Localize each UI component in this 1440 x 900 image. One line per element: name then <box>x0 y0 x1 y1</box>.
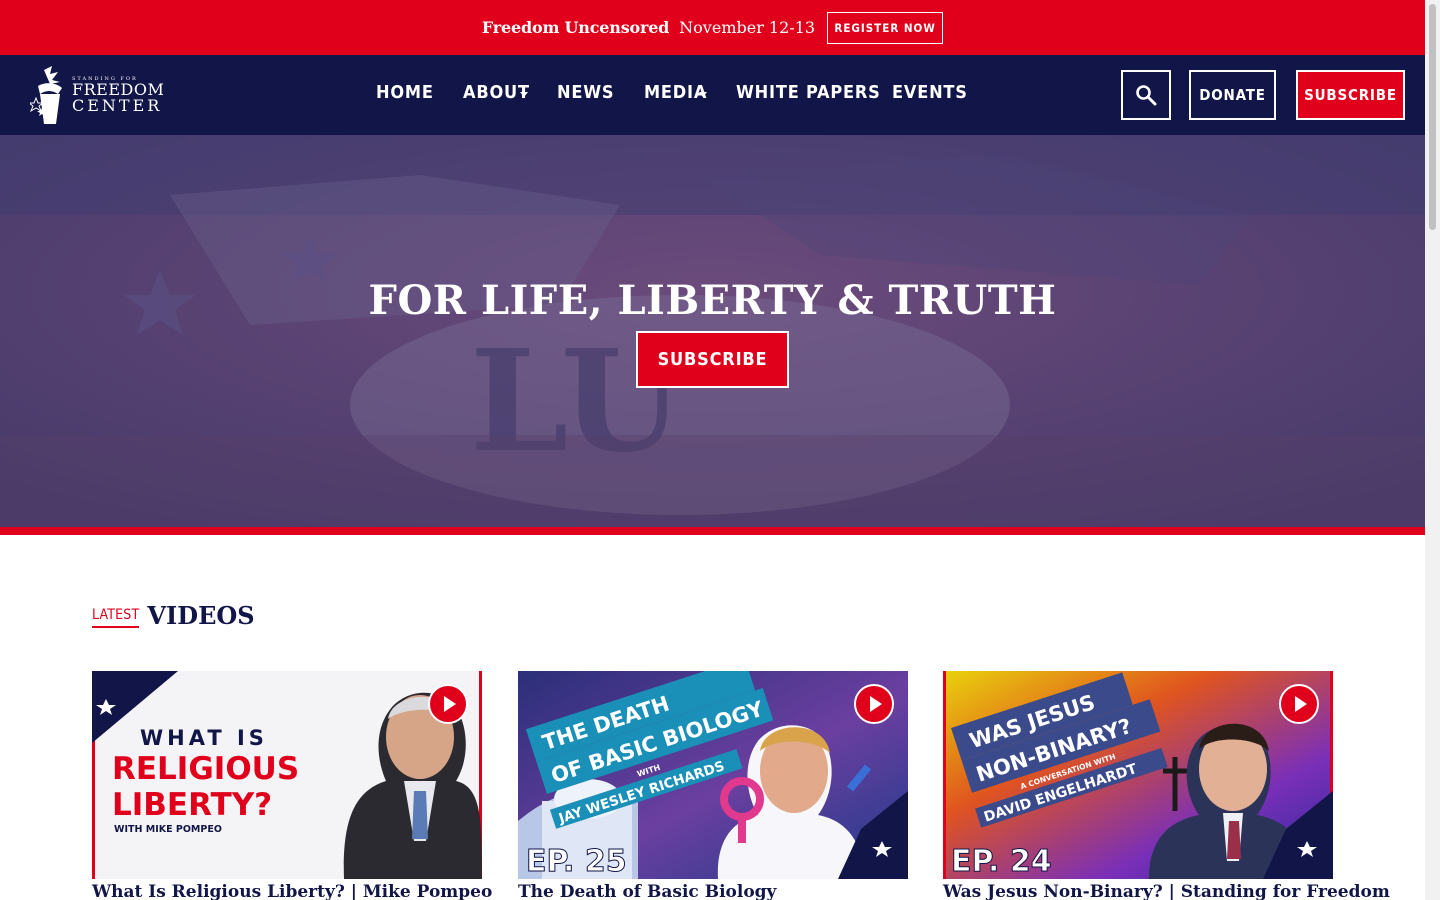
event-date: November 12-13 <box>679 18 816 37</box>
video-thumbnail-art: WHAT IS RELIGIOUS LIBERTY? WITH MIKE POM… <box>92 671 482 879</box>
page-scrollbar[interactable] <box>1425 0 1440 900</box>
play-icon[interactable] <box>428 684 468 724</box>
thumb-line-2: RELIGIOUS <box>112 751 299 787</box>
video-thumbnail[interactable]: THE DEATH OF BASIC BIOLOGY WITH JAY WESL… <box>518 671 908 879</box>
scrollbar-thumb[interactable] <box>1429 4 1436 230</box>
hero-divider <box>0 527 1425 535</box>
thumb-line-3: LIBERTY? <box>112 787 272 823</box>
nav-item-home[interactable]: HOME <box>376 82 434 103</box>
video-thumbnail-art: WAS JESUS NON-BINARY? A CONVERSATION WIT… <box>943 671 1333 879</box>
episode-label: EP. 24 <box>951 844 1052 879</box>
hero-subscribe-button[interactable]: SUBSCRIBE <box>636 331 789 388</box>
section-kicker: LATEST <box>92 607 140 628</box>
video-card[interactable]: WAS JESUS NON-BINARY? A CONVERSATION WIT… <box>943 671 1390 900</box>
video-thumbnail[interactable]: WHAT IS RELIGIOUS LIBERTY? WITH MIKE POM… <box>92 671 482 879</box>
main-navigation: STANDING FOR FREEDOM CENTER HOME ABOUT N… <box>0 55 1425 135</box>
section-title: VIDEOS <box>147 601 255 630</box>
video-title[interactable]: What Is Religious Liberty? | Mike Pompeo <box>92 883 492 900</box>
about-chevron-down-icon[interactable] <box>520 92 528 97</box>
play-icon[interactable] <box>1279 684 1319 724</box>
donate-button[interactable]: DONATE <box>1189 70 1276 120</box>
video-card[interactable]: WHAT IS RELIGIOUS LIBERTY? WITH MIKE POM… <box>92 671 492 900</box>
latest-videos-heading: LATEST VIDEOS <box>92 604 255 628</box>
search-icon <box>1136 85 1157 106</box>
media-chevron-down-icon[interactable] <box>699 92 707 97</box>
video-thumbnail-art: THE DEATH OF BASIC BIOLOGY WITH JAY WESL… <box>518 671 908 879</box>
thumb-line-4: WITH MIKE POMPEO <box>114 824 222 835</box>
subscribe-button[interactable]: SUBSCRIBE <box>1296 70 1405 120</box>
video-title[interactable]: Was Jesus Non-Binary? | Standing for Fre… <box>943 883 1390 900</box>
nav-item-media[interactable]: MEDIA <box>644 82 707 103</box>
video-card[interactable]: THE DEATH OF BASIC BIOLOGY WITH JAY WESL… <box>518 671 908 900</box>
announcement-bar: Freedom Uncensored November 12-13 REGIST… <box>0 0 1425 55</box>
episode-label: EP. 25 <box>526 844 627 879</box>
nav-item-white-papers[interactable]: WHITE PAPERS <box>736 82 881 103</box>
play-icon[interactable] <box>854 684 894 724</box>
event-name: Freedom Uncensored <box>481 18 670 37</box>
register-now-button[interactable]: REGISTER NOW <box>827 11 944 44</box>
hero-title: FOR LIFE, LIBERTY & TRUTH <box>368 277 1057 324</box>
video-title[interactable]: The Death of Basic Biology <box>518 883 908 900</box>
video-thumbnail[interactable]: WAS JESUS NON-BINARY? A CONVERSATION WIT… <box>943 671 1333 879</box>
hero-banner: LU FOR LIFE, LIBERTY & TRUTH SUBSCRIBE <box>0 135 1425 527</box>
thumb-line-1: WHAT IS <box>140 726 268 750</box>
nav-item-news[interactable]: NEWS <box>557 82 614 103</box>
nav-item-events[interactable]: EVENTS <box>892 82 968 103</box>
search-button[interactable] <box>1121 70 1171 120</box>
